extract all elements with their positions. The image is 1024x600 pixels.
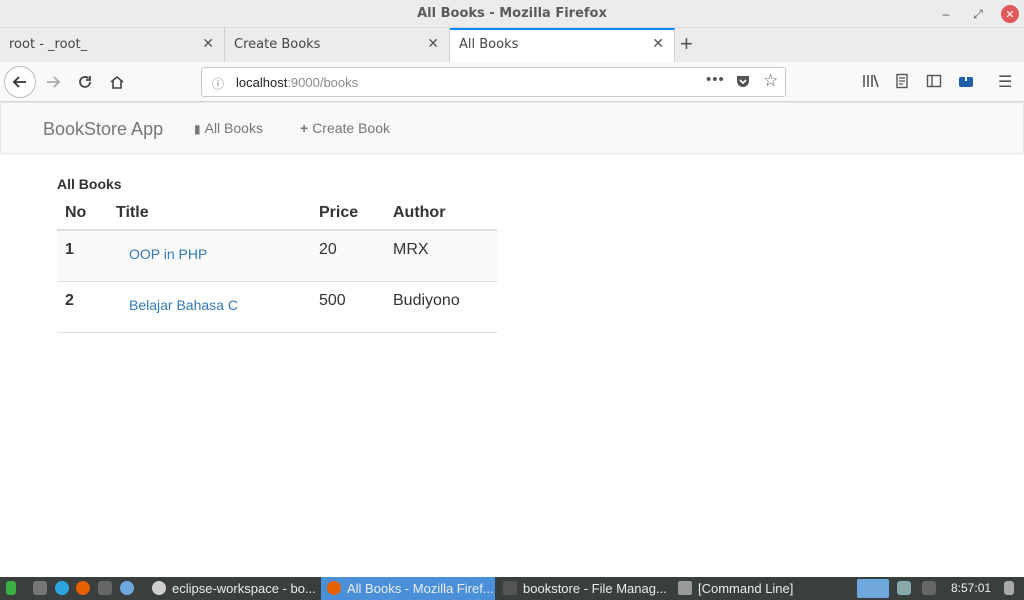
task-label: eclipse-workspace - bo... [172, 581, 316, 596]
url-path: :9000/books [287, 75, 359, 90]
plus-icon: + [300, 120, 309, 136]
nav-all-books-label: All Books [204, 120, 263, 136]
task-label: [Command Line] [698, 581, 794, 596]
book-title-link[interactable]: OOP in PHP [129, 246, 207, 262]
close-window-icon[interactable]: ✕ [1001, 5, 1019, 23]
cell-author: MRX [385, 230, 497, 282]
book-icon: ▮ [194, 122, 201, 136]
eclipse-icon [152, 581, 166, 595]
window-titlebar: All Books - Mozilla Firefox – ⤢ ✕ [0, 0, 1024, 28]
site-info-icon[interactable]: ⓘ [212, 75, 224, 92]
window-title: All Books - Mozilla Firefox [417, 6, 607, 21]
terminal-icon [678, 581, 692, 595]
nav-create-book[interactable]: + Create Book [300, 120, 390, 136]
show-desktop-icon[interactable] [33, 581, 47, 595]
extension-shape [959, 74, 973, 87]
workspace-switcher-icon[interactable] [857, 579, 889, 598]
nav-all-books[interactable]: ▮ All Books [194, 120, 263, 136]
tab-label: root - _root_ [9, 37, 88, 52]
nav-toolbar: ⓘ localhost:9000/books ••• ☆ ☰ [0, 62, 1024, 102]
main-content: All Books No Title Price Author 1 OOP in… [57, 176, 497, 333]
tab-label: All Books [459, 37, 519, 52]
forward-arrow-icon [47, 76, 61, 88]
task-eclipse[interactable]: eclipse-workspace - bo... [146, 577, 320, 600]
task-command-line[interactable]: [Command Line] [672, 577, 846, 600]
cell-title: Belajar Bahasa C [108, 281, 311, 333]
column-header: Price [311, 196, 385, 231]
network-icon[interactable] [897, 581, 911, 595]
clock[interactable]: 8:57:01 [951, 581, 991, 595]
reader-shape [896, 73, 908, 89]
tab-strip: root - _root_ ✕ Create Books ✕ All Books… [0, 28, 1024, 62]
nav-create-book-label: Create Book [312, 120, 391, 136]
reader-icon[interactable] [894, 73, 910, 92]
url-text[interactable]: localhost:9000/books [236, 75, 358, 90]
start-menu-icon[interactable] [6, 581, 16, 595]
home-icon [110, 75, 124, 89]
reload-button[interactable] [69, 66, 101, 98]
pocket-shape [737, 76, 749, 87]
column-header: Title [108, 196, 311, 231]
bookmark-star-icon[interactable]: ☆ [763, 71, 778, 91]
tab-close-icon[interactable]: ✕ [427, 36, 439, 52]
app-navbar: BookStore App ▮ All Books + Create Book [0, 102, 1024, 154]
telegram-icon[interactable] [55, 581, 69, 595]
tab-root[interactable]: root - _root_ ✕ [0, 28, 225, 62]
back-arrow-icon [12, 76, 26, 88]
url-host: localhost [236, 75, 288, 90]
tab-close-icon[interactable]: ✕ [652, 36, 664, 52]
sidebar-icon[interactable] [926, 73, 942, 92]
url-bar[interactable]: ⓘ localhost:9000/books ••• ☆ [201, 67, 786, 97]
pocket-icon[interactable] [735, 73, 751, 93]
cell-author: Budiyono [385, 281, 497, 333]
cell-no: 2 [57, 281, 108, 333]
cell-price: 500 [311, 281, 385, 333]
task-label: All Books - Mozilla Firef... [347, 581, 494, 596]
tab-create-books[interactable]: Create Books ✕ [225, 28, 450, 62]
taskbar: eclipse-workspace - bo... All Books - Mo… [0, 577, 1024, 600]
sidebar-shape [926, 74, 942, 88]
browser-launcher-icon[interactable] [120, 581, 134, 595]
page-heading: All Books [57, 176, 122, 192]
restore-icon[interactable]: ⤢ [969, 5, 987, 23]
cell-title: OOP in PHP [108, 230, 311, 282]
task-label: bookstore - File Manag... [523, 581, 667, 596]
table-header-row: No Title Price Author [57, 196, 497, 231]
extension-icon[interactable] [958, 73, 974, 92]
task-firefox[interactable]: All Books - Mozilla Firef... [321, 577, 495, 600]
cell-no: 1 [57, 230, 108, 282]
cell-price: 20 [311, 230, 385, 282]
tab-close-icon[interactable]: ✕ [202, 36, 214, 52]
volume-icon[interactable] [922, 581, 936, 595]
hamburger-menu-icon[interactable]: ☰ [998, 72, 1012, 92]
minimize-icon[interactable]: – [937, 5, 955, 23]
notification-icon[interactable] [1004, 581, 1014, 595]
table-row: 2 Belajar Bahasa C 500 Budiyono [57, 281, 497, 333]
home-button[interactable] [101, 66, 133, 98]
home-folder-icon[interactable] [98, 581, 112, 595]
new-tab-button[interactable]: + [680, 32, 693, 56]
forward-button[interactable] [37, 66, 69, 98]
screen: All Books - Mozilla Firefox – ⤢ ✕ root -… [0, 0, 1024, 600]
column-header: Author [385, 196, 497, 231]
back-button[interactable] [4, 66, 36, 98]
firefox-launcher-icon[interactable] [76, 581, 90, 595]
folder-icon [503, 581, 517, 595]
library-icon[interactable] [862, 73, 880, 92]
table-row: 1 OOP in PHP 20 MRX [57, 230, 497, 282]
column-header: No [57, 196, 108, 231]
page-actions-icon[interactable]: ••• [706, 71, 725, 88]
app-brand[interactable]: BookStore App [43, 119, 163, 140]
firefox-icon [327, 581, 341, 595]
library-shape [863, 74, 879, 88]
task-file-manager[interactable]: bookstore - File Manag... [497, 577, 671, 600]
tab-label: Create Books [234, 37, 321, 52]
book-title-link[interactable]: Belajar Bahasa C [129, 297, 238, 313]
books-table: No Title Price Author 1 OOP in PHP 20 MR… [57, 196, 497, 333]
reload-icon [79, 76, 91, 88]
tab-all-books[interactable]: All Books ✕ [450, 28, 675, 62]
